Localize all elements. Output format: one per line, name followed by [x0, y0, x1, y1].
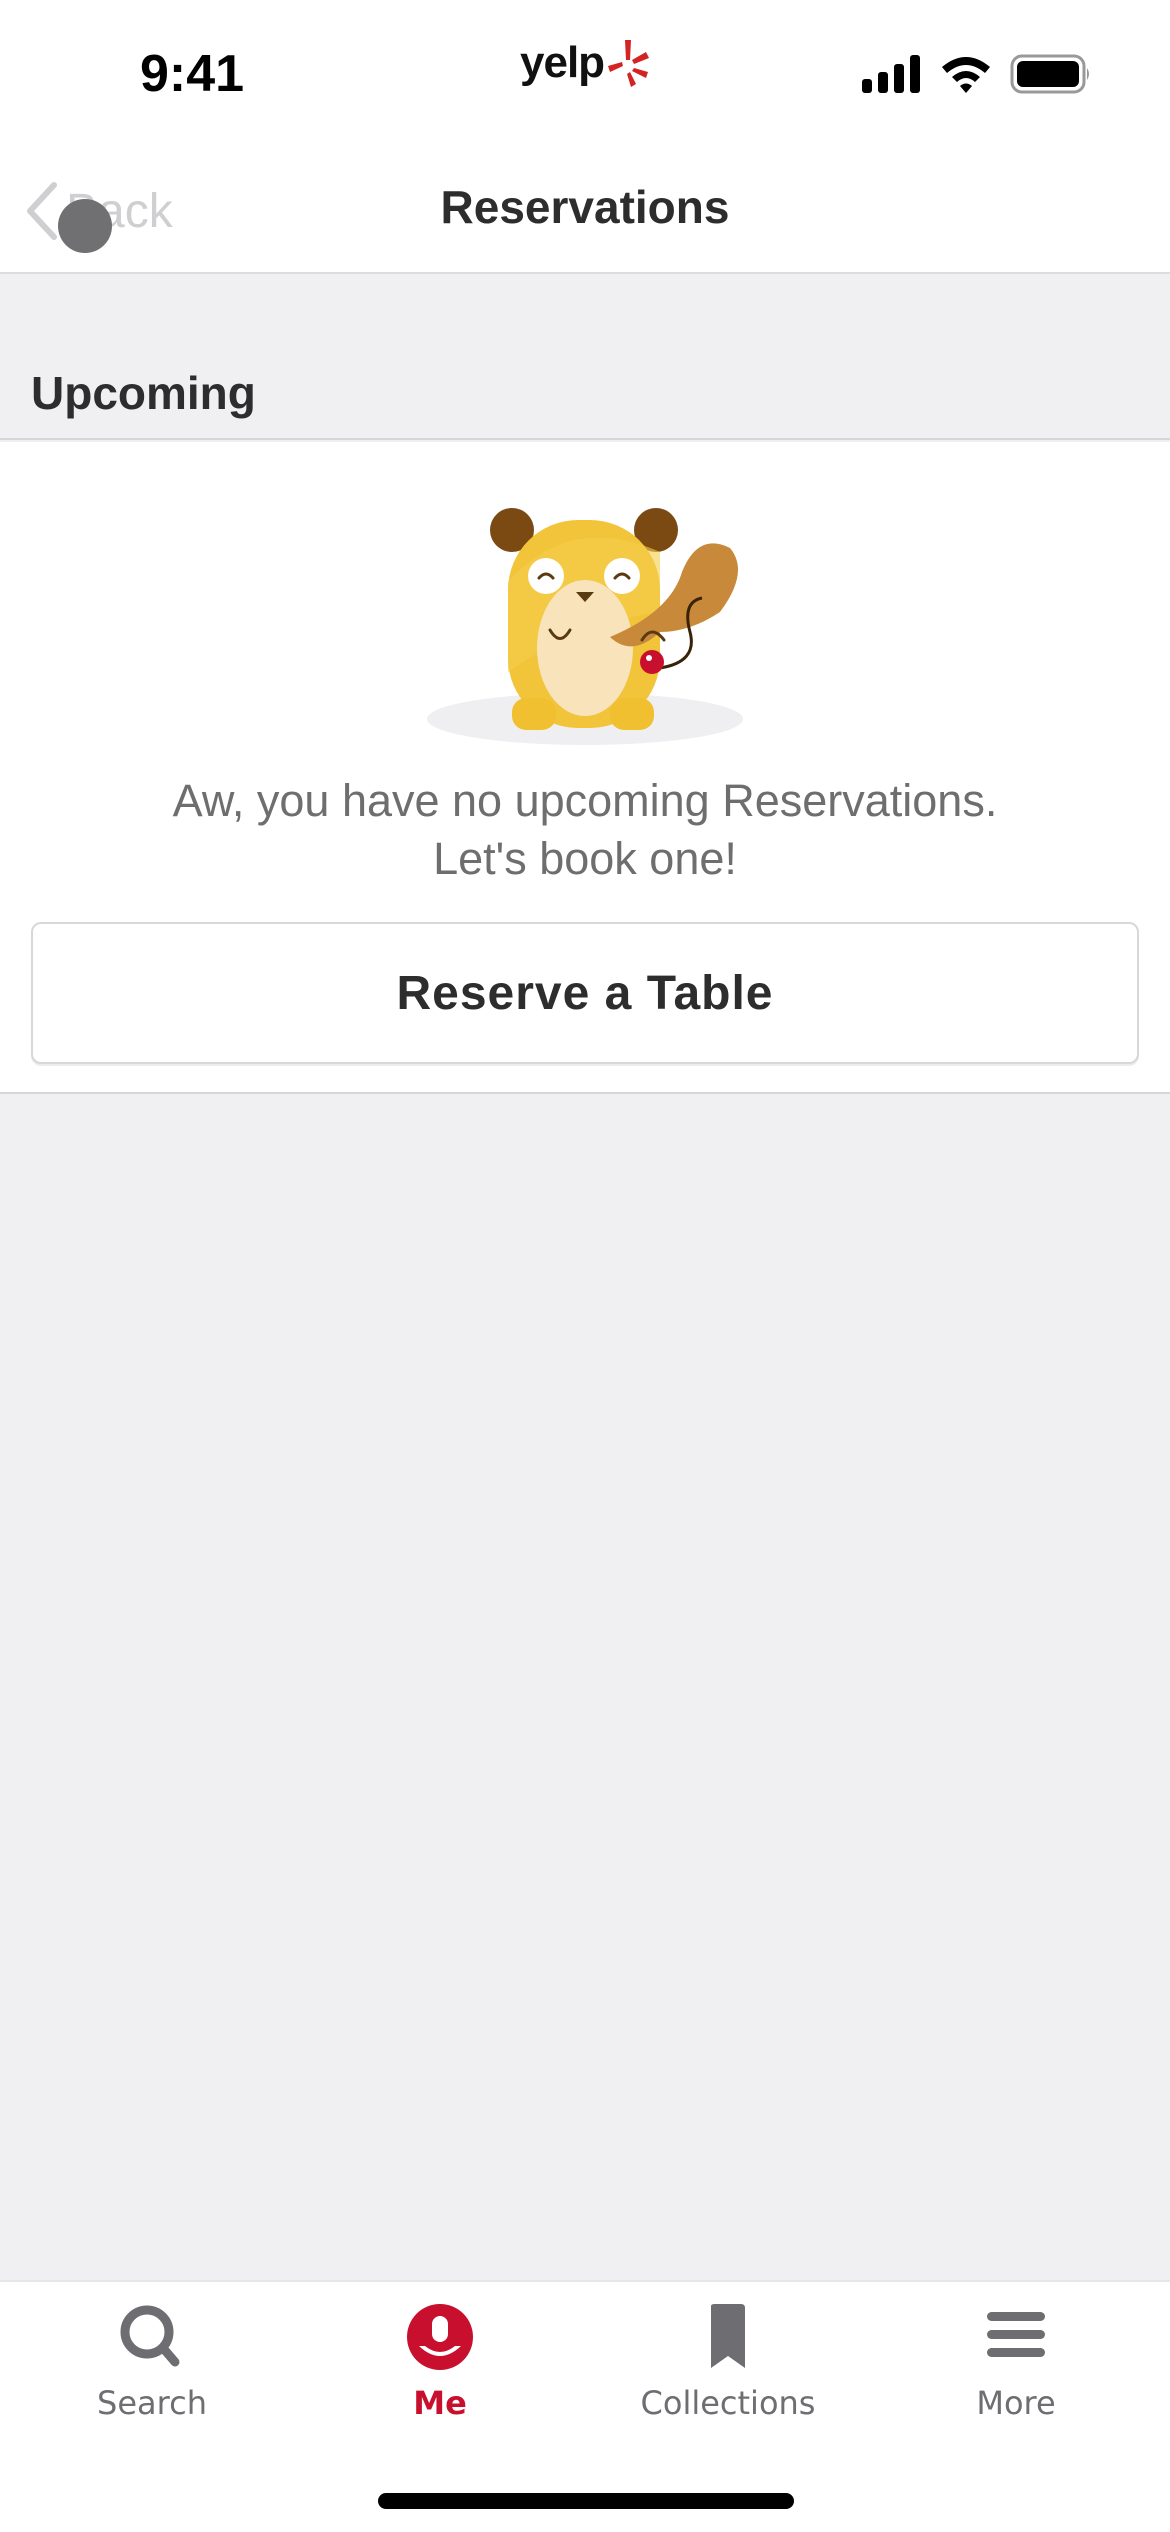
tab-search[interactable]: Search — [42, 2302, 262, 2432]
empty-state-message: Aw, you have no upcoming Reservations. L… — [0, 772, 1170, 888]
section-header: Upcoming — [0, 276, 1170, 440]
section-title-upcoming: Upcoming — [31, 367, 256, 419]
tab-label-collections: Collections — [640, 2384, 816, 2422]
tab-label-me: Me — [413, 2384, 467, 2422]
empty-state-card: Aw, you have no upcoming Reservations. L… — [0, 442, 1170, 1094]
home-indicator[interactable] — [378, 2493, 794, 2509]
page-title: Reservations — [440, 181, 730, 233]
bookmark-icon — [711, 2304, 745, 2368]
navigation-bar: Back Reservations — [0, 150, 1170, 274]
tab-me[interactable]: Me — [330, 2302, 550, 2432]
empty-message-line2: Let's book one! — [433, 833, 737, 884]
cellular-signal-icon — [862, 55, 920, 93]
tab-label-more: More — [976, 2384, 1056, 2422]
reserve-table-button[interactable]: Reserve a Table — [31, 922, 1139, 1064]
hamster-mascot-illustration — [427, 508, 743, 745]
search-icon — [120, 2305, 180, 2367]
battery-icon — [1010, 54, 1089, 94]
status-icons — [862, 54, 1092, 94]
tab-more[interactable]: More — [906, 2302, 1126, 2432]
touch-indicator — [58, 199, 112, 253]
yelp-logo-text: yelp — [520, 38, 605, 87]
yelp-burst-icon — [608, 40, 650, 87]
tab-collections[interactable]: Collections — [618, 2302, 838, 2432]
yelp-logo: yelp — [520, 36, 650, 90]
tab-label-search: Search — [97, 2384, 207, 2422]
user-icon — [407, 2304, 473, 2370]
status-time: 9:41 — [140, 45, 245, 103]
empty-message-line1: Aw, you have no upcoming Reservations. — [172, 775, 998, 826]
status-bar: 9:41 yelp — [0, 0, 1170, 150]
wifi-icon — [942, 57, 990, 93]
menu-icon — [987, 2312, 1045, 2357]
